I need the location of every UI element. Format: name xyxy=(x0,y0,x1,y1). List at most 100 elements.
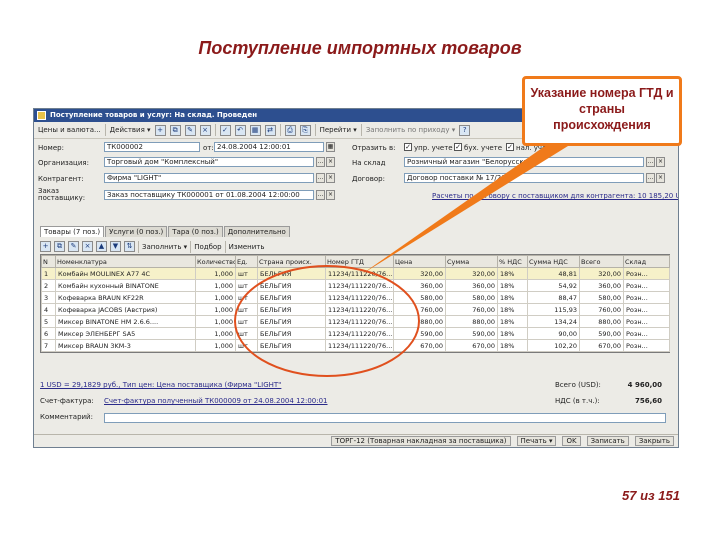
structure-icon[interactable]: ▦ xyxy=(249,124,261,136)
cell-qty[interactable]: 1,000 xyxy=(195,279,236,292)
cell-total[interactable]: 590,00 xyxy=(579,327,624,340)
delete-icon[interactable]: × xyxy=(199,124,211,136)
column-header[interactable]: Ед. xyxy=(235,255,258,268)
organization-field[interactable]: Торговый дом "Комплексный" xyxy=(104,157,314,167)
cell-price[interactable]: 880,00 xyxy=(393,315,446,328)
cell-country[interactable]: БЕЛЬГИЯ xyxy=(257,339,326,352)
cell-qty[interactable]: 1,000 xyxy=(195,303,236,316)
cell-country[interactable]: БЕЛЬГИЯ xyxy=(257,267,326,280)
column-header[interactable]: N xyxy=(41,255,56,268)
cell-vat[interactable]: 18% xyxy=(497,327,528,340)
cell-sum[interactable]: 580,00 xyxy=(445,291,498,304)
sort-icon[interactable]: ⇅ xyxy=(124,241,135,252)
cell-gtd[interactable]: 11234/111220/76... xyxy=(325,339,394,352)
cell-n[interactable]: 5 xyxy=(41,315,56,328)
cell-store[interactable]: Розн... xyxy=(623,267,670,280)
cell-name[interactable]: Миксер BRAUN 3KM-3 xyxy=(55,339,196,352)
cell-gtd[interactable]: 11234/111220/76... xyxy=(325,279,394,292)
cell-unit[interactable]: шт xyxy=(235,291,258,304)
cell-gtd[interactable]: 11234/111220/76... xyxy=(325,315,394,328)
clear-contractor-button[interactable]: × xyxy=(326,173,335,183)
print-icon[interactable]: ⎙ xyxy=(284,124,296,136)
unpost-icon[interactable]: ↶ xyxy=(234,124,246,136)
goto-menu[interactable]: Перейти ▾ xyxy=(320,126,357,134)
cell-name[interactable]: Миксер BINATONE HM 2.6.6.... xyxy=(55,315,196,328)
cell-country[interactable]: БЕЛЬГИЯ xyxy=(257,279,326,292)
column-header[interactable]: Всего xyxy=(579,255,624,268)
cell-store[interactable]: Розн... xyxy=(623,327,670,340)
fill-by-receipt-menu[interactable]: Заполнить по приходу ▾ xyxy=(366,126,455,134)
table-row[interactable]: 5 Миксер BINATONE HM 2.6.6.... 1,000 шт БЕЛЬ… xyxy=(41,315,670,328)
column-header[interactable]: Сумма НДС xyxy=(527,255,580,268)
print-form-select[interactable]: ТОРГ-12 (Товарная накладная за поставщик… xyxy=(331,436,511,446)
cell-country[interactable]: БЕЛЬГИЯ xyxy=(257,327,326,340)
cell-total[interactable]: 320,00 xyxy=(579,267,624,280)
cell-vat-sum[interactable]: 90,00 xyxy=(527,327,580,340)
close-button[interactable]: Закрыть xyxy=(634,436,674,446)
cell-vat[interactable]: 18% xyxy=(497,339,528,352)
cell-name[interactable]: Миксер ЭЛЕНБЕРГ SA5 xyxy=(55,327,196,340)
cell-sum[interactable]: 670,00 xyxy=(445,339,498,352)
edit-icon[interactable]: ✎ xyxy=(184,124,196,136)
mgmt-accounting-checkbox[interactable]: ✓ xyxy=(404,143,412,151)
cell-unit[interactable]: шт xyxy=(235,267,258,280)
save-button[interactable]: Записать xyxy=(586,436,629,446)
order-field[interactable]: Заказ поставщику ТК000001 от 01.08.2004 … xyxy=(104,190,314,200)
column-header[interactable]: Сумма xyxy=(445,255,498,268)
help-icon[interactable]: ? xyxy=(459,124,471,136)
cell-vat-sum[interactable]: 115,93 xyxy=(527,303,580,316)
column-header[interactable]: Страна происх. xyxy=(257,255,326,268)
cell-n[interactable]: 7 xyxy=(41,339,56,352)
cell-sum[interactable]: 590,00 xyxy=(445,327,498,340)
calendar-icon[interactable]: ▦ xyxy=(326,142,335,152)
cell-vat-sum[interactable]: 102,20 xyxy=(527,339,580,352)
cell-sum[interactable]: 320,00 xyxy=(445,267,498,280)
cell-store[interactable]: Розн... xyxy=(623,315,670,328)
edit-row-icon[interactable]: ✎ xyxy=(68,241,79,252)
clear-order-button[interactable]: × xyxy=(326,190,335,200)
select-order-button[interactable]: … xyxy=(316,190,325,200)
table-row[interactable]: 2 Комбайн кухонный BINATONE 1,000 шт БЕЛЬГИЯ… xyxy=(41,279,670,292)
post-icon[interactable]: ✓ xyxy=(219,124,231,136)
add-icon[interactable]: + xyxy=(154,124,166,136)
cell-price[interactable]: 320,00 xyxy=(393,267,446,280)
cell-price[interactable]: 590,00 xyxy=(393,327,446,340)
number-field[interactable]: ТК000002 xyxy=(104,142,200,152)
cell-unit[interactable]: шт xyxy=(235,327,258,340)
cell-store[interactable]: Розн... xyxy=(623,303,670,316)
table-row[interactable]: 1 Комбайн MOULINEX A77 4C 1,000 шт БЕЛЬГИЯ 11… xyxy=(41,267,670,280)
cell-price[interactable]: 760,00 xyxy=(393,303,446,316)
cell-qty[interactable]: 1,000 xyxy=(195,327,236,340)
delete-row-icon[interactable]: × xyxy=(82,241,93,252)
cell-n[interactable]: 4 xyxy=(41,303,56,316)
table-row[interactable]: 6 Миксер ЭЛЕНБЕРГ SA5 1,000 шт БЕЛЬГИЯ 11234/… xyxy=(41,327,670,340)
cell-store[interactable]: Розн... xyxy=(623,291,670,304)
move-up-icon[interactable]: ▲ xyxy=(96,241,107,252)
column-header[interactable]: Номер ГТД xyxy=(325,255,394,268)
tab-goods[interactable]: Товары (7 поз.) xyxy=(40,226,105,237)
cell-name[interactable]: Комбайн MOULINEX A77 4C xyxy=(55,267,196,280)
table-row[interactable]: 7 Миксер BRAUN 3KM-3 1,000 шт БЕЛЬГИЯ 11234/1… xyxy=(41,339,670,352)
contractor-field[interactable]: Фирма "LIGHT" xyxy=(104,173,314,183)
cell-gtd[interactable]: 11234/111220/76... xyxy=(325,267,394,280)
select-contractor-button[interactable]: … xyxy=(316,173,325,183)
actions-menu[interactable]: Действия ▾ xyxy=(110,126,151,134)
cell-qty[interactable]: 1,000 xyxy=(195,267,236,280)
tab-additional[interactable]: Дополнительно xyxy=(223,226,290,237)
clear-contract-button[interactable]: × xyxy=(656,173,665,183)
clear-warehouse-button[interactable]: × xyxy=(656,157,665,167)
cell-gtd[interactable]: 11234/111220/76... xyxy=(325,327,394,340)
table-row[interactable]: 3 Кофеварка BRAUN KF22R 1,000 шт БЕЛЬГИЯ 1123… xyxy=(41,291,670,304)
cell-country[interactable]: БЕЛЬГИЯ xyxy=(257,291,326,304)
cell-vat-sum[interactable]: 54,92 xyxy=(527,279,580,292)
cell-country[interactable]: БЕЛЬГИЯ xyxy=(257,303,326,316)
date-field[interactable]: 24.08.2004 12:00:01 xyxy=(214,142,324,152)
copy-icon[interactable]: ⧉ xyxy=(169,124,181,136)
tax-accounting-checkbox[interactable]: ✓ xyxy=(506,143,514,151)
cell-name[interactable]: Кофеварка JACOBS (Австрия) xyxy=(55,303,196,316)
cell-unit[interactable]: шт xyxy=(235,303,258,316)
cell-unit[interactable]: шт xyxy=(235,279,258,292)
cell-n[interactable]: 2 xyxy=(41,279,56,292)
cell-total[interactable]: 580,00 xyxy=(579,291,624,304)
column-header[interactable]: % НДС xyxy=(497,255,528,268)
